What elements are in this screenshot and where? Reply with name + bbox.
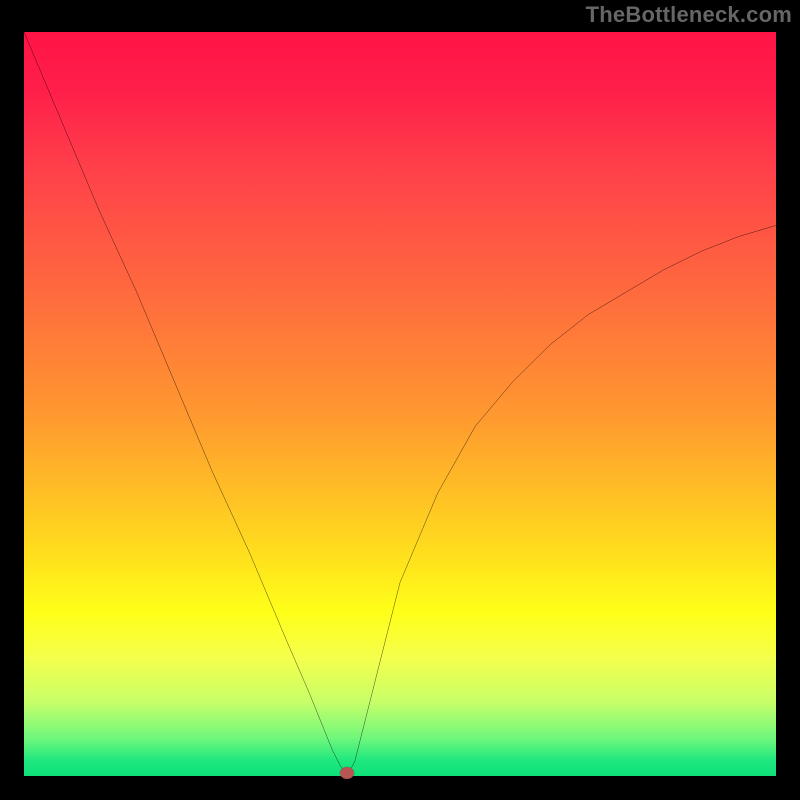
watermark-text: TheBottleneck.com bbox=[586, 2, 792, 28]
chart-frame: TheBottleneck.com bbox=[0, 0, 800, 800]
plot-area bbox=[24, 32, 776, 776]
bottleneck-curve-path bbox=[24, 32, 776, 776]
bottleneck-curve-svg bbox=[24, 32, 776, 776]
optimum-marker bbox=[340, 767, 354, 779]
